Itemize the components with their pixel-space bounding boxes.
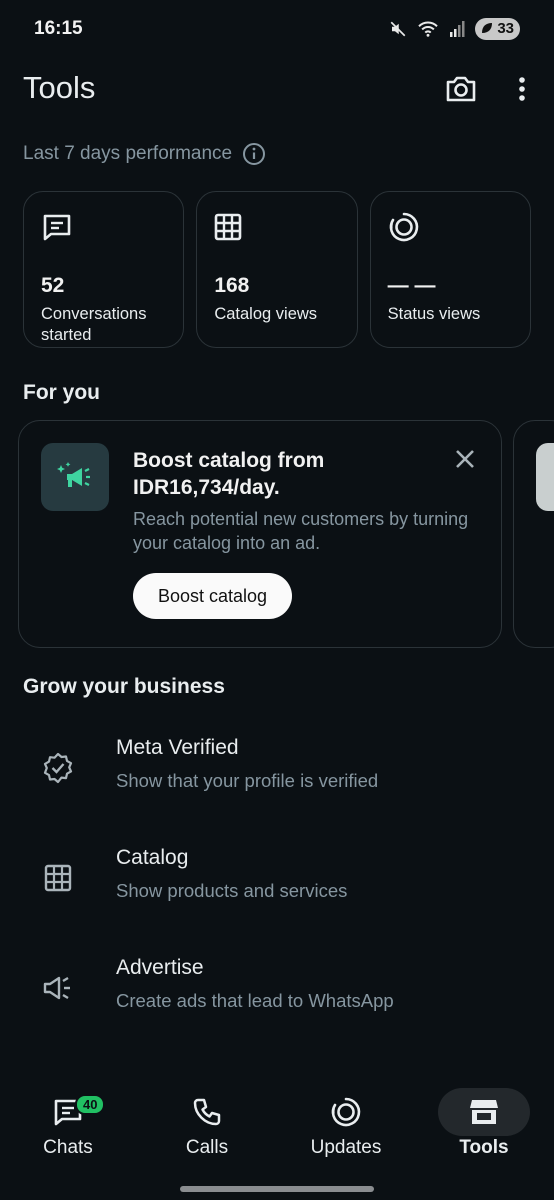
nav-tools[interactable]: Tools <box>419 1080 549 1170</box>
stat-label: Conversations started <box>41 305 147 344</box>
stat-label: Status views <box>387 305 481 323</box>
grow-item-meta-verified[interactable]: Meta Verified Show that your profile is … <box>0 728 554 838</box>
performance-stats: 52 Conversations started 168 Catalog vie… <box>23 191 531 348</box>
nav-chats[interactable]: 40 Chats <box>3 1080 133 1170</box>
info-icon[interactable] <box>242 142 266 166</box>
nav-label: Chats <box>43 1137 93 1158</box>
dismiss-button[interactable] <box>451 445 479 473</box>
home-indicator <box>180 1186 374 1192</box>
promo-thumbnail <box>41 443 109 511</box>
nav-label: Calls <box>185 1137 229 1158</box>
promo-card-boost-catalog[interactable]: Boost catalog from IDR16,734/day. Reach … <box>18 420 502 648</box>
bottom-navigation: 40 Chats Calls Updates Tools <box>0 1070 554 1180</box>
grow-item-advertise[interactable]: Advertise Create ads that lead to WhatsA… <box>0 948 554 1058</box>
section-title-grow: Grow your business <box>23 675 225 698</box>
stat-value: — — <box>387 274 436 297</box>
battery-level: 33 <box>497 20 514 37</box>
page-title: Tools <box>23 70 96 105</box>
grow-item-subtitle: Show that your profile is verified <box>116 770 379 791</box>
status-time: 16:15 <box>34 18 83 39</box>
performance-label-text: Last 7 days performance <box>23 143 233 164</box>
promo-card-next[interactable] <box>513 420 554 648</box>
more-options-button[interactable] <box>508 70 536 108</box>
camera-button[interactable] <box>442 70 480 108</box>
nav-label: Updates <box>310 1137 382 1158</box>
storefront-icon <box>470 1100 498 1124</box>
section-title-for-you: For you <box>23 381 100 404</box>
grow-item-title: Advertise <box>116 956 204 979</box>
phone-icon <box>193 1098 221 1126</box>
boost-catalog-button[interactable]: Boost catalog <box>133 573 293 619</box>
promo-thumbnail-partial <box>536 443 554 511</box>
status-icon <box>389 212 418 242</box>
close-icon <box>456 450 474 468</box>
more-vert-icon <box>519 77 525 101</box>
grow-item-title: Meta Verified <box>116 736 239 759</box>
stat-value: 52 <box>41 274 65 297</box>
stat-value: 168 <box>214 274 250 297</box>
nav-label: Tools <box>459 1137 509 1158</box>
mute-icon <box>390 21 406 37</box>
megaphone-sparkle-icon <box>57 462 90 487</box>
performance-label: Last 7 days performance <box>23 142 266 166</box>
battery-saver-icon <box>482 23 493 33</box>
status-icons: 33 <box>389 18 520 40</box>
catalog-grid-icon <box>44 864 72 892</box>
promo-title: Boost catalog from IDR16,734/day. <box>133 449 325 499</box>
nav-updates[interactable]: Updates <box>281 1080 411 1170</box>
message-icon <box>43 214 71 241</box>
nav-calls[interactable]: Calls <box>142 1080 272 1170</box>
camera-icon <box>446 76 476 102</box>
megaphone-icon <box>43 976 70 1000</box>
unread-badge: 40 <box>75 1094 106 1115</box>
promo-description: Reach potential new customers by turning… <box>133 509 469 553</box>
battery-indicator: 33 <box>475 18 520 40</box>
grow-item-title: Catalog <box>116 846 189 869</box>
stat-card-status-views[interactable]: — — Status views <box>369 191 531 348</box>
stat-card-catalog-views[interactable]: 168 Catalog views <box>196 191 358 348</box>
signal-icon <box>450 21 465 37</box>
catalog-grid-icon <box>215 213 242 241</box>
grow-item-subtitle: Create ads that lead to WhatsApp <box>116 990 394 1011</box>
stat-label: Catalog views <box>214 305 318 323</box>
wifi-icon <box>418 21 439 37</box>
stat-card-conversations[interactable]: 52 Conversations started <box>23 191 185 348</box>
grow-item-catalog[interactable]: Catalog Show products and services <box>0 838 554 948</box>
grow-item-subtitle: Show products and services <box>116 880 348 901</box>
status-icon <box>331 1097 361 1127</box>
verified-badge-icon <box>43 752 73 784</box>
